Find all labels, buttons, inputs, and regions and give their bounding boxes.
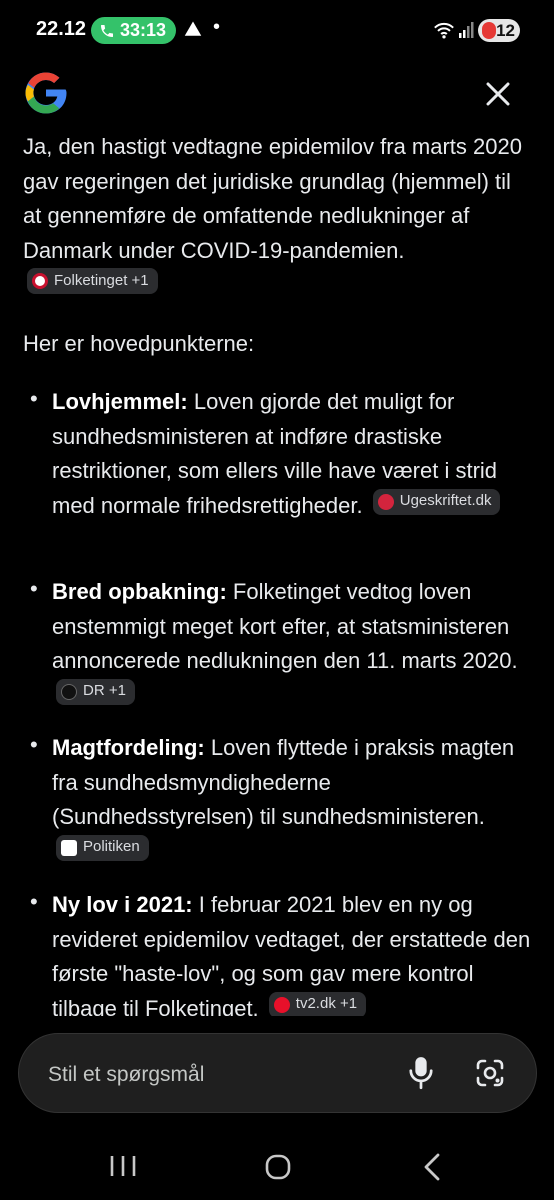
- bullet-icon: •: [30, 732, 38, 757]
- battery-level: 12: [496, 20, 515, 40]
- bullet-icon: •: [30, 889, 38, 914]
- battery-low-icon: [482, 22, 496, 39]
- battery-indicator: 12: [478, 19, 520, 42]
- dr-logo-icon: [61, 683, 77, 700]
- status-time: 22.12: [36, 18, 87, 40]
- google-logo-icon: [25, 72, 67, 114]
- ask-question-input[interactable]: [46, 1058, 380, 1092]
- phone-icon: [101, 24, 113, 37]
- microphone-icon[interactable]: [407, 1056, 435, 1090]
- point-title: Magtfordeling:: [52, 735, 205, 760]
- list-item: Magtfordeling: Loven flyttede i praksis …: [52, 731, 532, 869]
- source-chip-ugeskriftet[interactable]: Ugeskriftet.dk: [372, 488, 501, 515]
- close-icon[interactable]: [482, 78, 514, 110]
- tv2-logo-icon: [273, 996, 290, 1013]
- ai-answer-panel[interactable]: Ja, den hastigt vedtagne epidemilov fra …: [0, 130, 554, 1016]
- points-heading: Her er hovedpunkterne:: [23, 331, 255, 356]
- bullet-icon: •: [30, 576, 38, 601]
- system-navigation-bar: [0, 1132, 554, 1200]
- source-chip-politiken[interactable]: Politiken: [56, 834, 149, 861]
- point-title: Lovhjemmel:: [52, 389, 188, 414]
- source-chip-label: Ugeskriftet.dk: [399, 492, 492, 510]
- list-item: Ny lov i 2021: I februar 2021 blev en ny…: [52, 888, 532, 1016]
- signal-icon: [459, 22, 474, 38]
- list-item: Lovhjemmel: Loven gjorde det muligt for …: [52, 385, 532, 523]
- ugeskriftet-logo-icon: [377, 493, 394, 510]
- bullet-icon: •: [30, 386, 38, 411]
- google-lens-icon[interactable]: [475, 1058, 505, 1088]
- source-chip-tv2[interactable]: tv2.dk +1: [268, 991, 367, 1016]
- folketinget-logo-icon: [32, 273, 48, 289]
- notification-dot-icon: •: [213, 16, 221, 38]
- answer-intro-text: Ja, den hastigt vedtagne epidemilov fra …: [23, 134, 522, 263]
- recent-apps-icon[interactable]: [108, 1154, 138, 1178]
- source-chip-dr[interactable]: DR +1: [56, 678, 135, 705]
- point-title: Bred opbakning:: [52, 579, 227, 604]
- source-chip-label: tv2.dk +1: [295, 995, 358, 1013]
- call-duration: 33:13: [120, 20, 167, 40]
- source-chip-label: Politiken: [83, 838, 140, 856]
- point-title: Ny lov i 2021:: [52, 892, 193, 917]
- ongoing-call-pill[interactable]: 33:13: [91, 17, 177, 44]
- home-icon[interactable]: [265, 1154, 291, 1180]
- ask-input-bar[interactable]: [18, 1033, 537, 1113]
- wifi-icon: [434, 22, 454, 39]
- status-bar: 22.12 33:13 • 12: [0, 0, 554, 62]
- warning-icon: [184, 21, 202, 36]
- answer-intro: Ja, den hastigt vedtagne epidemilov fra …: [23, 130, 523, 303]
- back-icon[interactable]: [422, 1153, 442, 1181]
- list-item: Bred opbakning: Folketinget vedtog loven…: [52, 575, 532, 713]
- politiken-logo-icon: [61, 839, 77, 856]
- source-chip-folketinget[interactable]: Folketinget +1: [27, 268, 158, 294]
- source-chip-label: DR +1: [83, 682, 126, 700]
- source-chip-label: Folketinget +1: [54, 271, 149, 289]
